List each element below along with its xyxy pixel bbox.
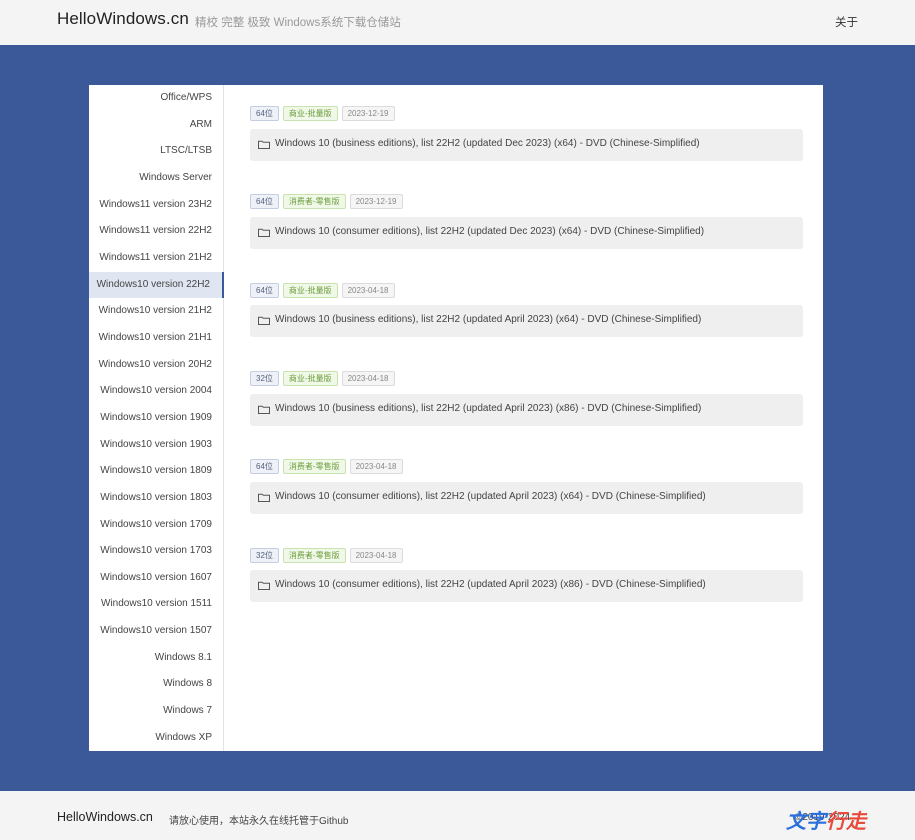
sidebar-item-win10-1809[interactable]: Windows10 version 1809: [89, 458, 224, 484]
entry-title[interactable]: Windows 10 (consumer editions), list 22H…: [275, 226, 704, 237]
sidebar-item-win10-1507[interactable]: Windows10 version 1507: [89, 618, 224, 644]
entry-tags: 32位 商业-批量版 2023-04-18: [250, 371, 395, 387]
bits-badge: 32位: [250, 371, 279, 386]
about-link[interactable]: 关于: [835, 14, 858, 30]
bits-badge: 64位: [250, 459, 279, 474]
sidebar-nav: Office/WPS ARM LTSC/LTSB Windows Server …: [89, 85, 224, 751]
watermark-part2: 行走: [826, 809, 866, 833]
sidebar-item-win10-21h2[interactable]: Windows10 version 21H2: [89, 298, 224, 324]
sidebar-item-win10-1709[interactable]: Windows10 version 1709: [89, 512, 224, 538]
sidebar-item-win11-21h2[interactable]: Windows11 version 21H2: [89, 245, 224, 271]
sidebar-item-win10-1803[interactable]: Windows10 version 1803: [89, 485, 224, 511]
folder-icon: [258, 140, 270, 149]
download-entry[interactable]: Windows 10 (business editions), list 22H…: [250, 394, 803, 426]
sidebar-item-win11-22h2[interactable]: Windows11 version 22H2: [89, 218, 224, 244]
entry-title[interactable]: Windows 10 (business editions), list 22H…: [275, 138, 700, 149]
edition-badge: 消费者-零售版: [282, 548, 346, 563]
sidebar-item-winxp[interactable]: Windows XP: [89, 725, 224, 751]
sidebar-item-office-wps[interactable]: Office/WPS: [89, 85, 224, 111]
site-header: HelloWindows.cn 精校 完整 极致 Windows系统下载仓储站 …: [0, 0, 915, 45]
edition-badge: 消费者-零售版: [282, 194, 346, 209]
folder-icon: [258, 581, 270, 590]
download-entry[interactable]: Windows 10 (business editions), list 22H…: [250, 129, 803, 161]
bits-badge: 64位: [250, 106, 279, 121]
edition-badge: 商业-批量版: [282, 283, 338, 298]
download-entry[interactable]: Windows 10 (consumer editions), list 22H…: [250, 217, 803, 249]
date-badge: 2023-04-18: [341, 371, 395, 386]
download-entry[interactable]: Windows 10 (consumer editions), list 22H…: [250, 482, 803, 514]
entry-tags: 64位 消费者-零售版 2023-04-18: [250, 459, 403, 475]
sidebar-item-win10-1511[interactable]: Windows10 version 1511: [89, 591, 224, 617]
main-panel: Office/WPS ARM LTSC/LTSB Windows Server …: [89, 85, 823, 751]
sidebar-item-win10-1909[interactable]: Windows10 version 1909: [89, 405, 224, 431]
sidebar-item-arm[interactable]: ARM: [89, 112, 224, 138]
sidebar-item-win10-22h2[interactable]: Windows10 version 22H2: [89, 272, 224, 298]
download-entry[interactable]: Windows 10 (consumer editions), list 22H…: [250, 570, 803, 602]
sidebar-item-win81[interactable]: Windows 8.1: [89, 645, 224, 671]
sidebar-item-ltsc[interactable]: LTSC/LTSB: [89, 138, 224, 164]
sidebar-item-win8[interactable]: Windows 8: [89, 671, 224, 697]
sidebar-item-win10-1607[interactable]: Windows10 version 1607: [89, 565, 224, 591]
bits-badge: 64位: [250, 283, 279, 298]
entry-title[interactable]: Windows 10 (business editions), list 22H…: [275, 314, 701, 325]
sidebar-item-win10-1703[interactable]: Windows10 version 1703: [89, 538, 224, 564]
date-badge: 2023-04-18: [341, 283, 395, 298]
site-footer: HelloWindows.cn 请放心使用，本站永久在线托管于Github ©2…: [0, 791, 915, 840]
site-tagline: 精校 完整 极致 Windows系统下载仓储站: [195, 17, 401, 29]
entry-tags: 64位 消费者-零售版 2023-12-19: [250, 194, 403, 210]
footer-note: 请放心使用，本站永久在线托管于Github: [169, 816, 349, 827]
edition-badge: 商业-批量版: [282, 106, 338, 121]
entry-title[interactable]: Windows 10 (business editions), list 22H…: [275, 403, 701, 414]
sidebar-item-win10-2004[interactable]: Windows10 version 2004: [89, 378, 224, 404]
folder-icon: [258, 493, 270, 502]
watermark-logo: 文字行走: [786, 805, 866, 834]
entry-tags: 32位 消费者-零售版 2023-04-18: [250, 548, 403, 564]
date-badge: 2023-04-18: [349, 459, 403, 474]
date-badge: 2023-12-19: [349, 194, 403, 209]
sidebar-item-win10-21h1[interactable]: Windows10 version 21H1: [89, 325, 224, 351]
sidebar-item-win11-23h2[interactable]: Windows11 version 23H2: [89, 192, 224, 218]
bits-badge: 64位: [250, 194, 279, 209]
footer-logo: HelloWindows.cn: [57, 810, 153, 824]
folder-icon: [258, 228, 270, 237]
entry-tags: 64位 商业-批量版 2023-04-18: [250, 283, 395, 299]
edition-badge: 消费者-零售版: [282, 459, 346, 474]
date-badge: 2023-12-19: [341, 106, 395, 121]
sidebar-item-win10-20h2[interactable]: Windows10 version 20H2: [89, 352, 224, 378]
sidebar-item-win7[interactable]: Windows 7: [89, 698, 224, 724]
folder-icon: [258, 316, 270, 325]
date-badge: 2023-04-18: [349, 548, 403, 563]
entry-title[interactable]: Windows 10 (consumer editions), list 22H…: [275, 579, 706, 590]
entry-title[interactable]: Windows 10 (consumer editions), list 22H…: [275, 491, 706, 502]
site-logo[interactable]: HelloWindows.cn: [57, 9, 189, 29]
sidebar-item-windows-server[interactable]: Windows Server: [89, 165, 224, 191]
sidebar-item-win10-1903[interactable]: Windows10 version 1903: [89, 432, 224, 458]
entry-tags: 64位 商业-批量版 2023-12-19: [250, 106, 395, 122]
edition-badge: 商业-批量版: [282, 371, 338, 386]
folder-icon: [258, 405, 270, 414]
watermark-part1: 文字: [786, 809, 826, 833]
download-entry[interactable]: Windows 10 (business editions), list 22H…: [250, 305, 803, 337]
bits-badge: 32位: [250, 548, 279, 563]
